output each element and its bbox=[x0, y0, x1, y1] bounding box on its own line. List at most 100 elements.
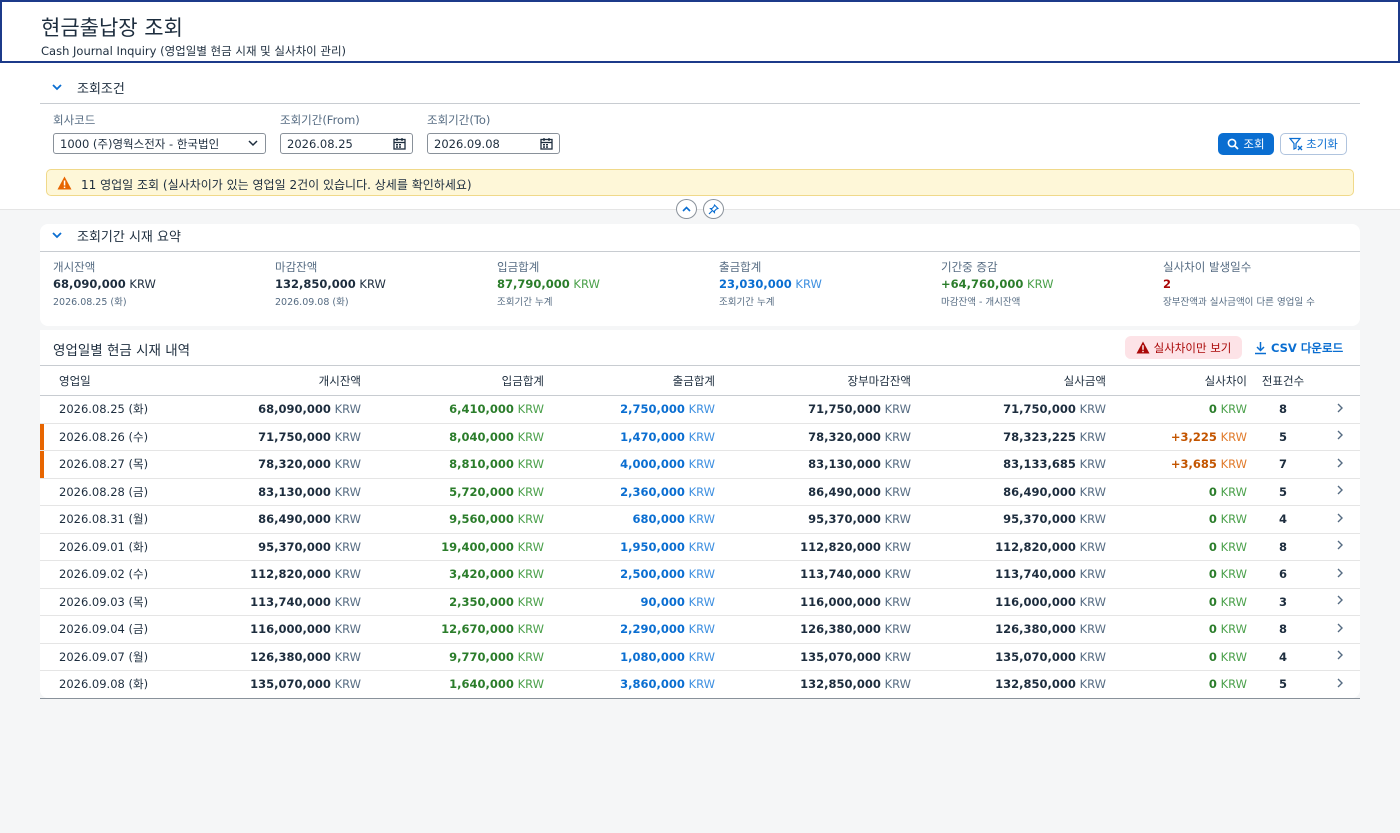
cell-book-balance: 135,070,000 KRW bbox=[800, 649, 911, 664]
row-navigation[interactable] bbox=[1319, 616, 1360, 644]
search-button[interactable]: 조회 bbox=[1218, 133, 1274, 155]
column-header[interactable]: 장부마감잔액 bbox=[715, 366, 911, 396]
cell-deposit: 19,400,000 KRW bbox=[441, 539, 544, 554]
cell-opening: 126,380,000 KRW bbox=[250, 649, 361, 664]
chevron-up-icon bbox=[682, 205, 691, 212]
collapse-header-button[interactable] bbox=[676, 199, 697, 219]
chevron-right-icon bbox=[1337, 650, 1343, 660]
cell-actual-amount: 86,490,000 KRW bbox=[1003, 484, 1106, 499]
cell-opening: 78,320,000 KRW bbox=[258, 457, 361, 472]
column-header[interactable]: 개시잔액 bbox=[185, 366, 361, 396]
column-header-nav bbox=[1319, 366, 1360, 396]
row-navigation[interactable] bbox=[1319, 396, 1360, 424]
cell-book-balance: 116,000,000 KRW bbox=[800, 594, 911, 609]
calendar-icon[interactable] bbox=[393, 137, 406, 150]
cell-book-balance: 126,380,000 KRW bbox=[800, 622, 911, 637]
cell-opening: 71,750,000 KRW bbox=[258, 429, 361, 444]
daily-cash-table: 영업일 개시잔액 입금합계 출금합계 장부마감잔액 실사금액 실사차이 전표건수… bbox=[40, 365, 1360, 699]
row-navigation[interactable] bbox=[1319, 671, 1360, 699]
summary-section-header[interactable]: 조회기간 시재 요약 bbox=[40, 226, 1360, 252]
cell-opening: 68,090,000 KRW bbox=[258, 402, 361, 417]
chevron-right-icon bbox=[1337, 568, 1343, 578]
row-navigation[interactable] bbox=[1319, 561, 1360, 589]
daily-cash-table-card: 영업일별 현금 시재 내역 실사차이만 보기 CSV 다운로드 영업일 개시잔액… bbox=[40, 330, 1360, 698]
cell-date: 2026.09.03 (목) bbox=[59, 594, 149, 609]
chevron-down-icon[interactable] bbox=[51, 229, 63, 241]
table-row[interactable]: 2026.09.02 (수) 112,820,000 KRW 3,420,000 K… bbox=[40, 561, 1360, 589]
reset-button[interactable]: 초기화 bbox=[1280, 133, 1347, 155]
kpi-total-withdrawals: 출금합계 23,030,000 KRW 조회기간 누계 bbox=[719, 259, 929, 308]
chevron-right-icon bbox=[1337, 540, 1343, 550]
info-message-text: 11 영업일 조회 (실사차이가 있는 영업일 2건이 있습니다. 상세를 확인… bbox=[81, 178, 472, 192]
table-row[interactable]: 2026.08.25 (화) 68,090,000 KRW 6,410,000 KR… bbox=[40, 396, 1360, 424]
filter-section-header[interactable]: 조회조건 bbox=[40, 78, 1360, 104]
table-row[interactable]: 2026.09.08 (화) 135,070,000 KRW 1,640,000 K… bbox=[40, 671, 1360, 699]
company-code-select[interactable]: 1000 (주)영웍스전자 - 한국법인 bbox=[53, 133, 266, 154]
row-navigation[interactable] bbox=[1319, 478, 1360, 506]
chevron-down-icon[interactable] bbox=[51, 81, 63, 93]
table-row[interactable]: 2026.08.26 (수) 71,750,000 KRW 8,040,000 KR… bbox=[40, 423, 1360, 451]
date-to-input[interactable]: 2026.09.08 bbox=[427, 133, 560, 154]
column-header[interactable]: 입금합계 bbox=[361, 366, 544, 396]
pin-header-button[interactable] bbox=[703, 199, 724, 219]
date-to-value: 2026.09.08 bbox=[434, 137, 500, 151]
kpi-sub: 마감잔액 - 개시잔액 bbox=[941, 297, 1021, 308]
table-row[interactable]: 2026.09.03 (목) 113,740,000 KRW 2,350,000 K… bbox=[40, 588, 1360, 616]
cell-actual-amount: 116,000,000 KRW bbox=[995, 594, 1106, 609]
cell-date: 2026.08.31 (월) bbox=[59, 512, 149, 527]
table-row[interactable]: 2026.09.01 (화) 95,370,000 KRW 19,400,000 K… bbox=[40, 533, 1360, 561]
kpi-label: 입금합계 bbox=[497, 260, 540, 274]
cell-book-balance: 86,490,000 KRW bbox=[808, 484, 911, 499]
cell-voucher-count: 5 bbox=[1278, 677, 1287, 692]
cell-opening: 116,000,000 KRW bbox=[250, 622, 361, 637]
table-row[interactable]: 2026.09.04 (금) 116,000,000 KRW 12,670,000 … bbox=[40, 616, 1360, 644]
cell-date: 2026.09.08 (화) bbox=[59, 677, 149, 692]
kpi-diff-days: 실사차이 발생일수 2 장부잔액과 실사금액이 다른 영업일 수 bbox=[1163, 259, 1353, 308]
chevron-right-icon bbox=[1337, 595, 1343, 605]
cell-difference: 0 KRW bbox=[1208, 484, 1247, 499]
company-code-label: 회사코드 bbox=[53, 113, 96, 127]
cell-withdrawal: 3,860,000 KRW bbox=[620, 677, 715, 692]
table-row[interactable]: 2026.09.07 (월) 126,380,000 KRW 9,770,000 K… bbox=[40, 643, 1360, 671]
cell-deposit: 1,640,000 KRW bbox=[449, 677, 544, 692]
table-row[interactable]: 2026.08.27 (목) 78,320,000 KRW 8,810,000 KR… bbox=[40, 450, 1360, 479]
date-from-label: 조회기간(From) bbox=[280, 113, 360, 127]
kpi-value: 2 bbox=[1163, 277, 1172, 291]
cell-date: 2026.09.01 (화) bbox=[59, 539, 149, 554]
cell-book-balance: 132,850,000 KRW bbox=[800, 677, 911, 692]
chevron-right-icon bbox=[1337, 458, 1343, 468]
table-row[interactable]: 2026.08.31 (월) 86,490,000 KRW 9,560,000 KR… bbox=[40, 506, 1360, 534]
row-navigation[interactable] bbox=[1319, 533, 1360, 561]
cell-withdrawal: 2,360,000 KRW bbox=[620, 484, 715, 499]
calendar-icon[interactable] bbox=[540, 137, 553, 150]
date-from-input[interactable]: 2026.08.25 bbox=[280, 133, 413, 154]
cell-deposit: 8,810,000 KRW bbox=[449, 457, 544, 472]
csv-download-button[interactable]: CSV 다운로드 bbox=[1254, 338, 1349, 358]
table-row[interactable]: 2026.08.28 (금) 83,130,000 KRW 5,720,000 KR… bbox=[40, 478, 1360, 506]
cell-date: 2026.08.27 (목) bbox=[40, 450, 185, 479]
row-navigation[interactable] bbox=[1319, 588, 1360, 616]
cell-actual-amount: 112,820,000 KRW bbox=[995, 539, 1106, 554]
warning-icon bbox=[57, 176, 72, 190]
cell-voucher-count: 6 bbox=[1278, 567, 1287, 582]
row-navigation[interactable] bbox=[1319, 423, 1360, 451]
column-header[interactable]: 영업일 bbox=[40, 366, 185, 396]
column-header[interactable]: 실사금액 bbox=[911, 366, 1106, 396]
csv-download-label: CSV 다운로드 bbox=[1271, 341, 1344, 355]
kpi-closing-balance: 마감잔액 132,850,000 KRW 2026.09.08 (화) bbox=[275, 259, 485, 308]
search-icon bbox=[1228, 138, 1240, 150]
summary-card: 조회기간 시재 요약 개시잔액 68,090,000 KRW 2026.08.2… bbox=[40, 224, 1360, 326]
cell-deposit: 9,770,000 KRW bbox=[449, 649, 544, 664]
column-header[interactable]: 전표건수 bbox=[1247, 366, 1319, 396]
cell-actual-amount: 95,370,000 KRW bbox=[1003, 512, 1106, 527]
row-navigation[interactable] bbox=[1319, 506, 1360, 534]
cell-deposit: 9,560,000 KRW bbox=[449, 512, 544, 527]
column-header[interactable]: 출금합계 bbox=[544, 366, 715, 396]
diff-only-toggle-button[interactable]: 실사차이만 보기 bbox=[1125, 336, 1242, 359]
cell-book-balance: 113,740,000 KRW bbox=[800, 567, 911, 582]
column-header[interactable]: 실사차이 bbox=[1106, 366, 1247, 396]
kpi-label: 개시잔액 bbox=[53, 260, 96, 274]
row-navigation[interactable] bbox=[1319, 643, 1360, 671]
chevron-right-icon bbox=[1337, 623, 1343, 633]
row-navigation[interactable] bbox=[1319, 451, 1360, 479]
